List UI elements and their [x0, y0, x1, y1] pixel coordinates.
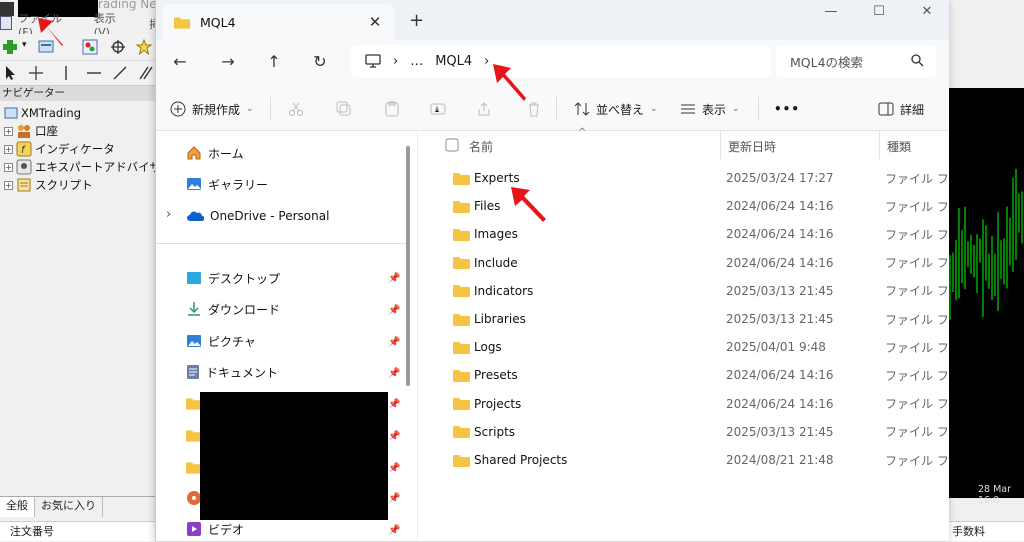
- arrow-annotation: [493, 64, 526, 101]
- arrow-annotation: [38, 18, 63, 46]
- annotation-arrows: [38, 18, 546, 222]
- arrow-annotation: [511, 187, 546, 222]
